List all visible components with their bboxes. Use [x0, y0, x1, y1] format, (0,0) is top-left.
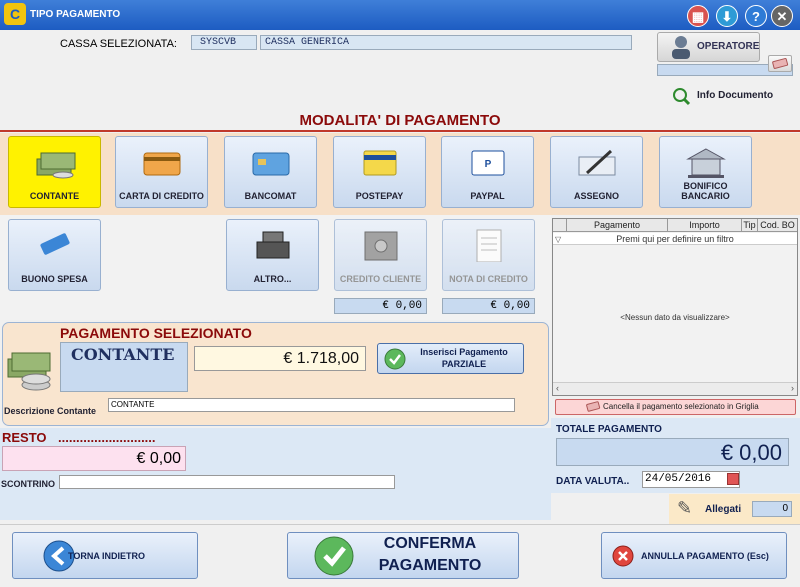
- check-icon: [314, 536, 354, 576]
- payment-button-label: CARTA DI CREDITO: [119, 191, 204, 201]
- cash-icon: [7, 352, 51, 391]
- app-logo: C: [4, 3, 26, 25]
- eraser-button[interactable]: [768, 55, 792, 72]
- grid-col-tipo[interactable]: Tip: [741, 219, 757, 232]
- payment-button-paypal[interactable]: P PAYPAL: [441, 136, 534, 208]
- cassa-code-field: SYSCVB: [191, 35, 257, 50]
- scroll-right-icon: ›: [791, 383, 794, 393]
- payment-button-credit-card[interactable]: CARTA DI CREDITO: [115, 136, 208, 208]
- payment-button-document[interactable]: NOTA DI CREDITO: [442, 219, 535, 291]
- payment-button-postepay[interactable]: POSTEPAY: [333, 136, 426, 208]
- magnifier-icon: [673, 88, 691, 106]
- payment-button-label: CONTANTE: [29, 191, 80, 201]
- payment-button-cheque[interactable]: ASSEGNO: [550, 136, 643, 208]
- payment-button-label: BUONO SPESA: [21, 274, 88, 284]
- cancel-grid-payment-label: Cancella il pagamento selezionato in Gri…: [603, 402, 759, 411]
- payment-button-cash[interactable]: CONTANTE: [8, 136, 101, 208]
- back-label: TORNA INDIETRO: [68, 551, 146, 561]
- cancel-icon: [612, 545, 634, 567]
- data-valuta-input[interactable]: 24/05/2016: [642, 471, 740, 488]
- totale-value: € 0,00: [556, 438, 789, 466]
- grid-col-importo[interactable]: Importo: [667, 219, 741, 232]
- help-icon[interactable]: ?: [745, 5, 767, 27]
- scroll-left-icon: ‹: [556, 383, 559, 393]
- eraser-icon: [586, 401, 601, 412]
- scontrino-input[interactable]: [59, 475, 395, 489]
- postepay-icon: [363, 150, 396, 176]
- resto-value: € 0,00: [2, 446, 186, 471]
- payment-button-label: NOTA DI CREDITO: [449, 274, 528, 284]
- totale-label: TOTALE PAGAMENTO: [556, 424, 662, 435]
- bank-icon: [685, 148, 726, 178]
- payment-button-safe[interactable]: CREDITO CLIENTE: [334, 219, 427, 291]
- credit-value-field: € 0,00: [334, 298, 427, 314]
- voucher-icon: [39, 233, 70, 255]
- safe-icon: [364, 231, 397, 261]
- payment-button-label: PAYPAL: [470, 191, 505, 201]
- user-icon: [672, 36, 690, 59]
- calendar-icon[interactable]: [727, 473, 739, 485]
- cash-icon: [36, 152, 75, 179]
- payment-button-voucher[interactable]: BUONO SPESA: [8, 219, 101, 291]
- resto-dots: ...........................: [58, 430, 156, 445]
- debit-card-icon: [252, 152, 289, 176]
- paperclip-icon[interactable]: ✎: [677, 498, 692, 519]
- payment-button-label: BANCOMAT: [244, 191, 297, 201]
- allegati-label: Allegati: [705, 504, 742, 515]
- payment-button-label: POSTEPAY: [355, 191, 404, 201]
- svg-text:P: P: [484, 159, 491, 170]
- payment-button-cash-register[interactable]: ALTRO...: [226, 219, 319, 291]
- modalita-title: MODALITA' DI PAGAMENTO: [299, 112, 501, 129]
- grid-filter-row[interactable]: Premi qui per definire un filtro: [553, 233, 797, 245]
- description-input[interactable]: CONTANTE: [108, 398, 515, 412]
- credit-card-icon: [143, 152, 180, 176]
- selected-payment-type: CONTANTE: [60, 342, 188, 392]
- operatore-label: OPERATORE: [697, 41, 760, 52]
- grid-empty-message: <Nessun dato da visualizzare>: [620, 313, 730, 322]
- grid-col-cod-bo[interactable]: Cod. BO: [757, 219, 797, 232]
- info-documento-label: Info Documento: [697, 90, 774, 101]
- cassa-name-field: CASSA GENERICA: [260, 35, 632, 50]
- document-icon: [476, 229, 501, 262]
- credit-value-field: € 0,00: [442, 298, 535, 314]
- partial-payment-label: Inserisci Pagamento PARZIALE: [420, 347, 508, 369]
- payment-button-label: CREDITO CLIENTE: [339, 274, 422, 284]
- selected-payment-title: PAGAMENTO SELEZIONATO: [60, 325, 252, 341]
- data-valuta-label: DATA VALUTA..: [556, 476, 630, 487]
- resto-label: RESTO: [2, 430, 47, 445]
- confirm-label: CONFERMA PAGAMENTO: [378, 535, 482, 574]
- grid-col-pagamento[interactable]: Pagamento: [566, 219, 667, 232]
- annulla-label: ANNULLA PAGAMENTO (Esc): [641, 551, 769, 561]
- allegati-count: 0: [752, 501, 792, 517]
- payment-button-label: BONIFICO BANCARIO: [681, 181, 730, 201]
- divider: [0, 130, 800, 132]
- filter-icon: ▽: [555, 235, 562, 244]
- payment-button-debit-card[interactable]: BANCOMAT: [224, 136, 317, 208]
- scontrino-label: SCONTRINO: [1, 479, 55, 489]
- eraser-icon: [772, 58, 789, 69]
- description-label: Descrizione Contante: [4, 406, 97, 416]
- cassa-label: CASSA SELEZIONATA:: [60, 38, 177, 50]
- paypal-icon: P: [471, 150, 504, 176]
- payment-button-label: ASSEGNO: [573, 191, 619, 201]
- selected-payment-amount[interactable]: € 1.718,00: [194, 346, 366, 371]
- payment-button-bank[interactable]: BONIFICO BANCARIO: [659, 136, 752, 208]
- cheque-icon: [578, 149, 615, 176]
- check-icon: [384, 348, 406, 370]
- cash-register-icon: [256, 231, 289, 259]
- window-title: TIPO PAGAMENTO: [30, 9, 121, 20]
- payment-button-label: ALTRO...: [253, 274, 292, 284]
- download-icon[interactable]: ⬇: [716, 5, 738, 27]
- calculator-icon[interactable]: ▦: [687, 5, 709, 27]
- grid-horizontal-scrollbar[interactable]: ‹ ›: [553, 382, 797, 395]
- close-icon[interactable]: ✕: [771, 5, 793, 27]
